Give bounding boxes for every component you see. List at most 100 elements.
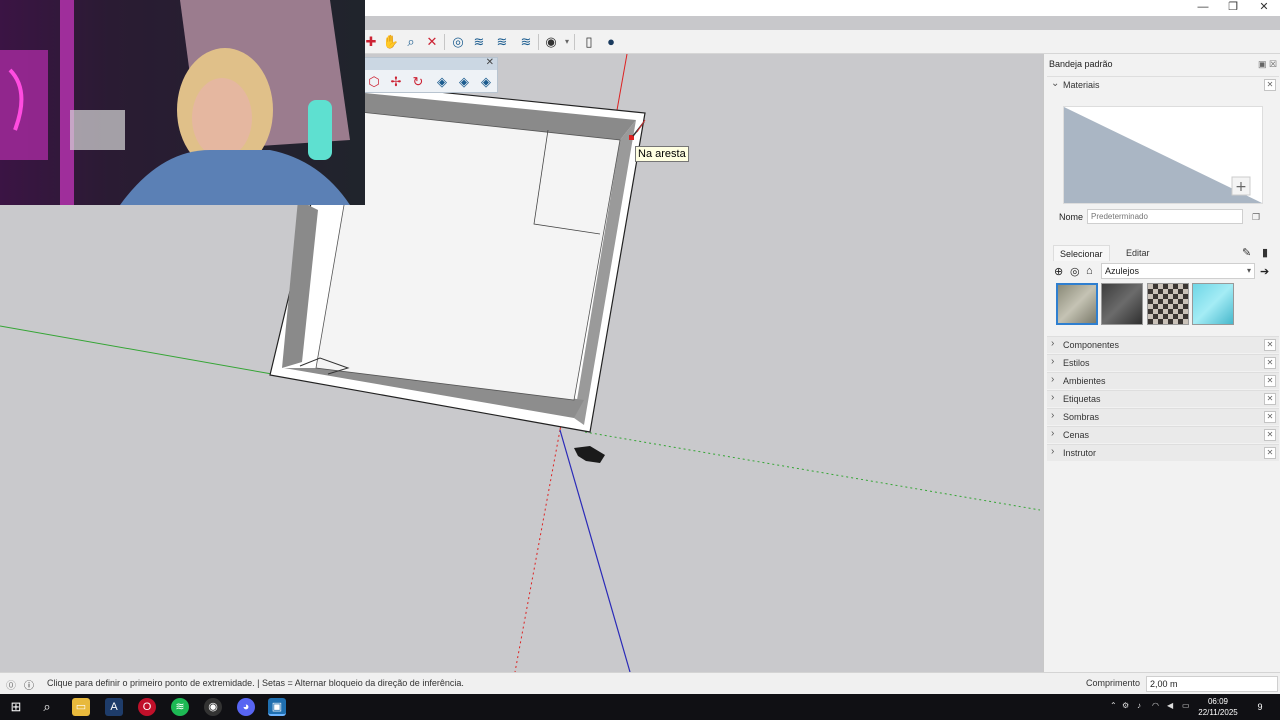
svg-text:+: + xyxy=(1235,179,1247,195)
tile-checker-swatch[interactable] xyxy=(1147,283,1189,325)
info-icon[interactable]: ⓘ xyxy=(24,677,34,692)
chevron-right-icon: › xyxy=(1051,446,1055,457)
clock-time: 06:09 xyxy=(1207,697,1229,706)
zoom-icon[interactable]: ⌕ xyxy=(402,33,420,51)
blue-axis xyxy=(559,429,631,672)
geo-location-icon[interactable]: ⓪ xyxy=(6,677,16,692)
volume-icon[interactable]: ◀ xyxy=(1167,701,1173,710)
close-icon[interactable]: ✕ xyxy=(1264,447,1276,459)
add-detail-icon[interactable]: ◈ xyxy=(455,73,473,91)
windows-start-icon[interactable]: ⊞ xyxy=(7,698,25,716)
close-icon[interactable]: ✕ xyxy=(1264,393,1276,405)
red-axis-dashed xyxy=(514,429,561,672)
status-bar: ⓪ ⓘ Clique para definir o primeiro ponto… xyxy=(0,672,1280,694)
sketchup-icon[interactable]: ▣ xyxy=(268,698,286,716)
section-cenas[interactable]: › Cenas ✕ xyxy=(1047,426,1279,443)
close-button[interactable]: ✕ xyxy=(1248,0,1280,16)
section-instrutor[interactable]: › Instrutor ✕ xyxy=(1047,444,1279,461)
details-icon[interactable]: ➔ xyxy=(1260,265,1269,278)
app-a-icon[interactable]: A xyxy=(105,698,123,716)
chevron-up-icon[interactable]: ⌃ xyxy=(1110,701,1117,710)
palette-header[interactable]: ✕ xyxy=(365,57,497,70)
chevron-right-icon: › xyxy=(1051,338,1055,349)
library-dropdown[interactable]: Azulejos ▾ xyxy=(1101,263,1255,279)
default-tray: Bandeja padrão ▣ ☒ ⌄ Materiais ✕ + Nome … xyxy=(1043,54,1280,672)
battery-icon[interactable]: ▭ xyxy=(1182,701,1190,710)
green-axis-dashed xyxy=(584,431,1040,511)
stamp-icon[interactable]: ≋ xyxy=(470,33,488,51)
tile-cyan-swatch[interactable] xyxy=(1192,283,1234,325)
microphone-icon[interactable]: ♪ xyxy=(1137,701,1141,710)
tab-select[interactable]: Selecionar xyxy=(1053,245,1110,261)
section-etiquetas[interactable]: › Etiquetas ✕ xyxy=(1047,390,1279,407)
tab-edit[interactable]: Editar xyxy=(1120,245,1156,261)
minimize-button[interactable]: — xyxy=(1187,0,1219,16)
close-icon[interactable]: ✕ xyxy=(1264,79,1276,91)
erase-icon[interactable]: ⬡ xyxy=(365,73,383,91)
pin-icon[interactable]: ▣ xyxy=(1258,59,1267,70)
material-name-field[interactable] xyxy=(1087,209,1243,224)
chevron-right-icon: › xyxy=(1051,410,1055,421)
green-axis-solid xyxy=(0,325,273,375)
chevron-down-icon: ▾ xyxy=(1246,266,1251,275)
paint-icon[interactable]: ▮ xyxy=(1262,246,1268,259)
close-icon[interactable]: ✕ xyxy=(1264,339,1276,351)
orbit-icon[interactable]: ✋ xyxy=(382,33,400,51)
chevron-down-icon: ⌄ xyxy=(1051,78,1060,89)
close-icon[interactable]: ✕ xyxy=(1264,411,1276,423)
measurements-label: Comprimento xyxy=(1086,678,1141,688)
obs-icon[interactable]: ◉ xyxy=(204,698,222,716)
in-model-icon[interactable]: ◎ xyxy=(1070,265,1080,278)
discord-icon[interactable]: ◕ xyxy=(237,698,255,716)
eyedropper-icon[interactable]: ✎ xyxy=(1242,246,1251,259)
opera-icon[interactable]: O xyxy=(138,698,156,716)
zoom-extents-icon[interactable]: ✕ xyxy=(423,33,441,51)
measurements-field[interactable]: 2,00 m xyxy=(1146,676,1278,692)
file-explorer-icon[interactable]: ▭ xyxy=(72,698,90,716)
tile-beige-swatch[interactable] xyxy=(1056,283,1098,325)
section-ambientes[interactable]: › Ambientes ✕ xyxy=(1047,372,1279,389)
new-file-icon[interactable]: ▯ xyxy=(580,33,598,51)
scale-figure xyxy=(574,446,605,463)
drape-icon[interactable]: ≋ xyxy=(493,33,511,51)
restore-button[interactable]: ❐ xyxy=(1217,0,1249,16)
smoove-icon[interactable]: ◈ xyxy=(433,73,451,91)
user-icon[interactable]: ● xyxy=(602,33,620,51)
flip-edge-icon[interactable]: ◈ xyxy=(477,73,495,91)
palette-close-button[interactable]: ✕ xyxy=(486,57,494,68)
clock-date: 22/11/2025 xyxy=(1198,708,1238,717)
floating-palette: ✕ ⬡ ✢ ↻ ◈ ◈ ◈ xyxy=(364,57,498,93)
status-text: Clique para definir o primeiro ponto de … xyxy=(47,678,464,688)
spotify-icon[interactable]: ≋ xyxy=(171,698,189,716)
section-componentes[interactable]: › Componentes ✕ xyxy=(1047,336,1279,353)
chevron-right-icon: › xyxy=(1051,392,1055,403)
tray-close-icon[interactable]: ☒ xyxy=(1269,59,1277,70)
home-icon[interactable]: ⌂ xyxy=(1086,265,1093,277)
search-icon[interactable]: ⌕ xyxy=(38,698,56,716)
close-icon[interactable]: ✕ xyxy=(1264,429,1276,441)
wifi-icon[interactable]: ◠ xyxy=(1152,701,1159,710)
tile-dark-gray-swatch[interactable] xyxy=(1101,283,1143,325)
duplicate-icon[interactable]: ❐ xyxy=(1252,212,1260,223)
sync-icon[interactable]: ⚙ xyxy=(1122,701,1129,710)
close-icon[interactable]: ✕ xyxy=(1264,375,1276,387)
move-icon[interactable]: ✢ xyxy=(387,73,405,91)
material-preview: + xyxy=(1063,106,1263,204)
section-estilos[interactable]: › Estilos ✕ xyxy=(1047,354,1279,371)
taskbar: ⊞ ⌕ ▭ A O ≋ ◉ ◕ ▣ ⌃ ⚙ ♪ ◠ ◀ ▭ 06:09 22/1… xyxy=(0,694,1280,720)
rotate-icon[interactable]: ↻ xyxy=(409,73,427,91)
name-label: Nome xyxy=(1059,212,1084,222)
close-icon[interactable]: ✕ xyxy=(1264,357,1276,369)
notification-icon[interactable]: 9 xyxy=(1252,699,1268,715)
sandbox-icon[interactable]: ◎ xyxy=(449,33,467,51)
clock[interactable]: 06:09 22/11/2025 xyxy=(1196,696,1240,718)
chevron-right-icon: › xyxy=(1051,428,1055,439)
add-circle-icon[interactable]: ⊕ xyxy=(1054,265,1063,278)
flip-icon[interactable]: ≋ xyxy=(517,33,535,51)
inference-tooltip: Na aresta xyxy=(635,146,689,162)
materials-panel-header[interactable]: ⌄ Materiais ✕ xyxy=(1047,76,1279,93)
chevron-right-icon: › xyxy=(1051,374,1055,385)
section-sombras[interactable]: › Sombras ✕ xyxy=(1047,408,1279,425)
webcam-overlay xyxy=(0,0,365,205)
tray-title: Bandeja padrão xyxy=(1049,59,1113,69)
